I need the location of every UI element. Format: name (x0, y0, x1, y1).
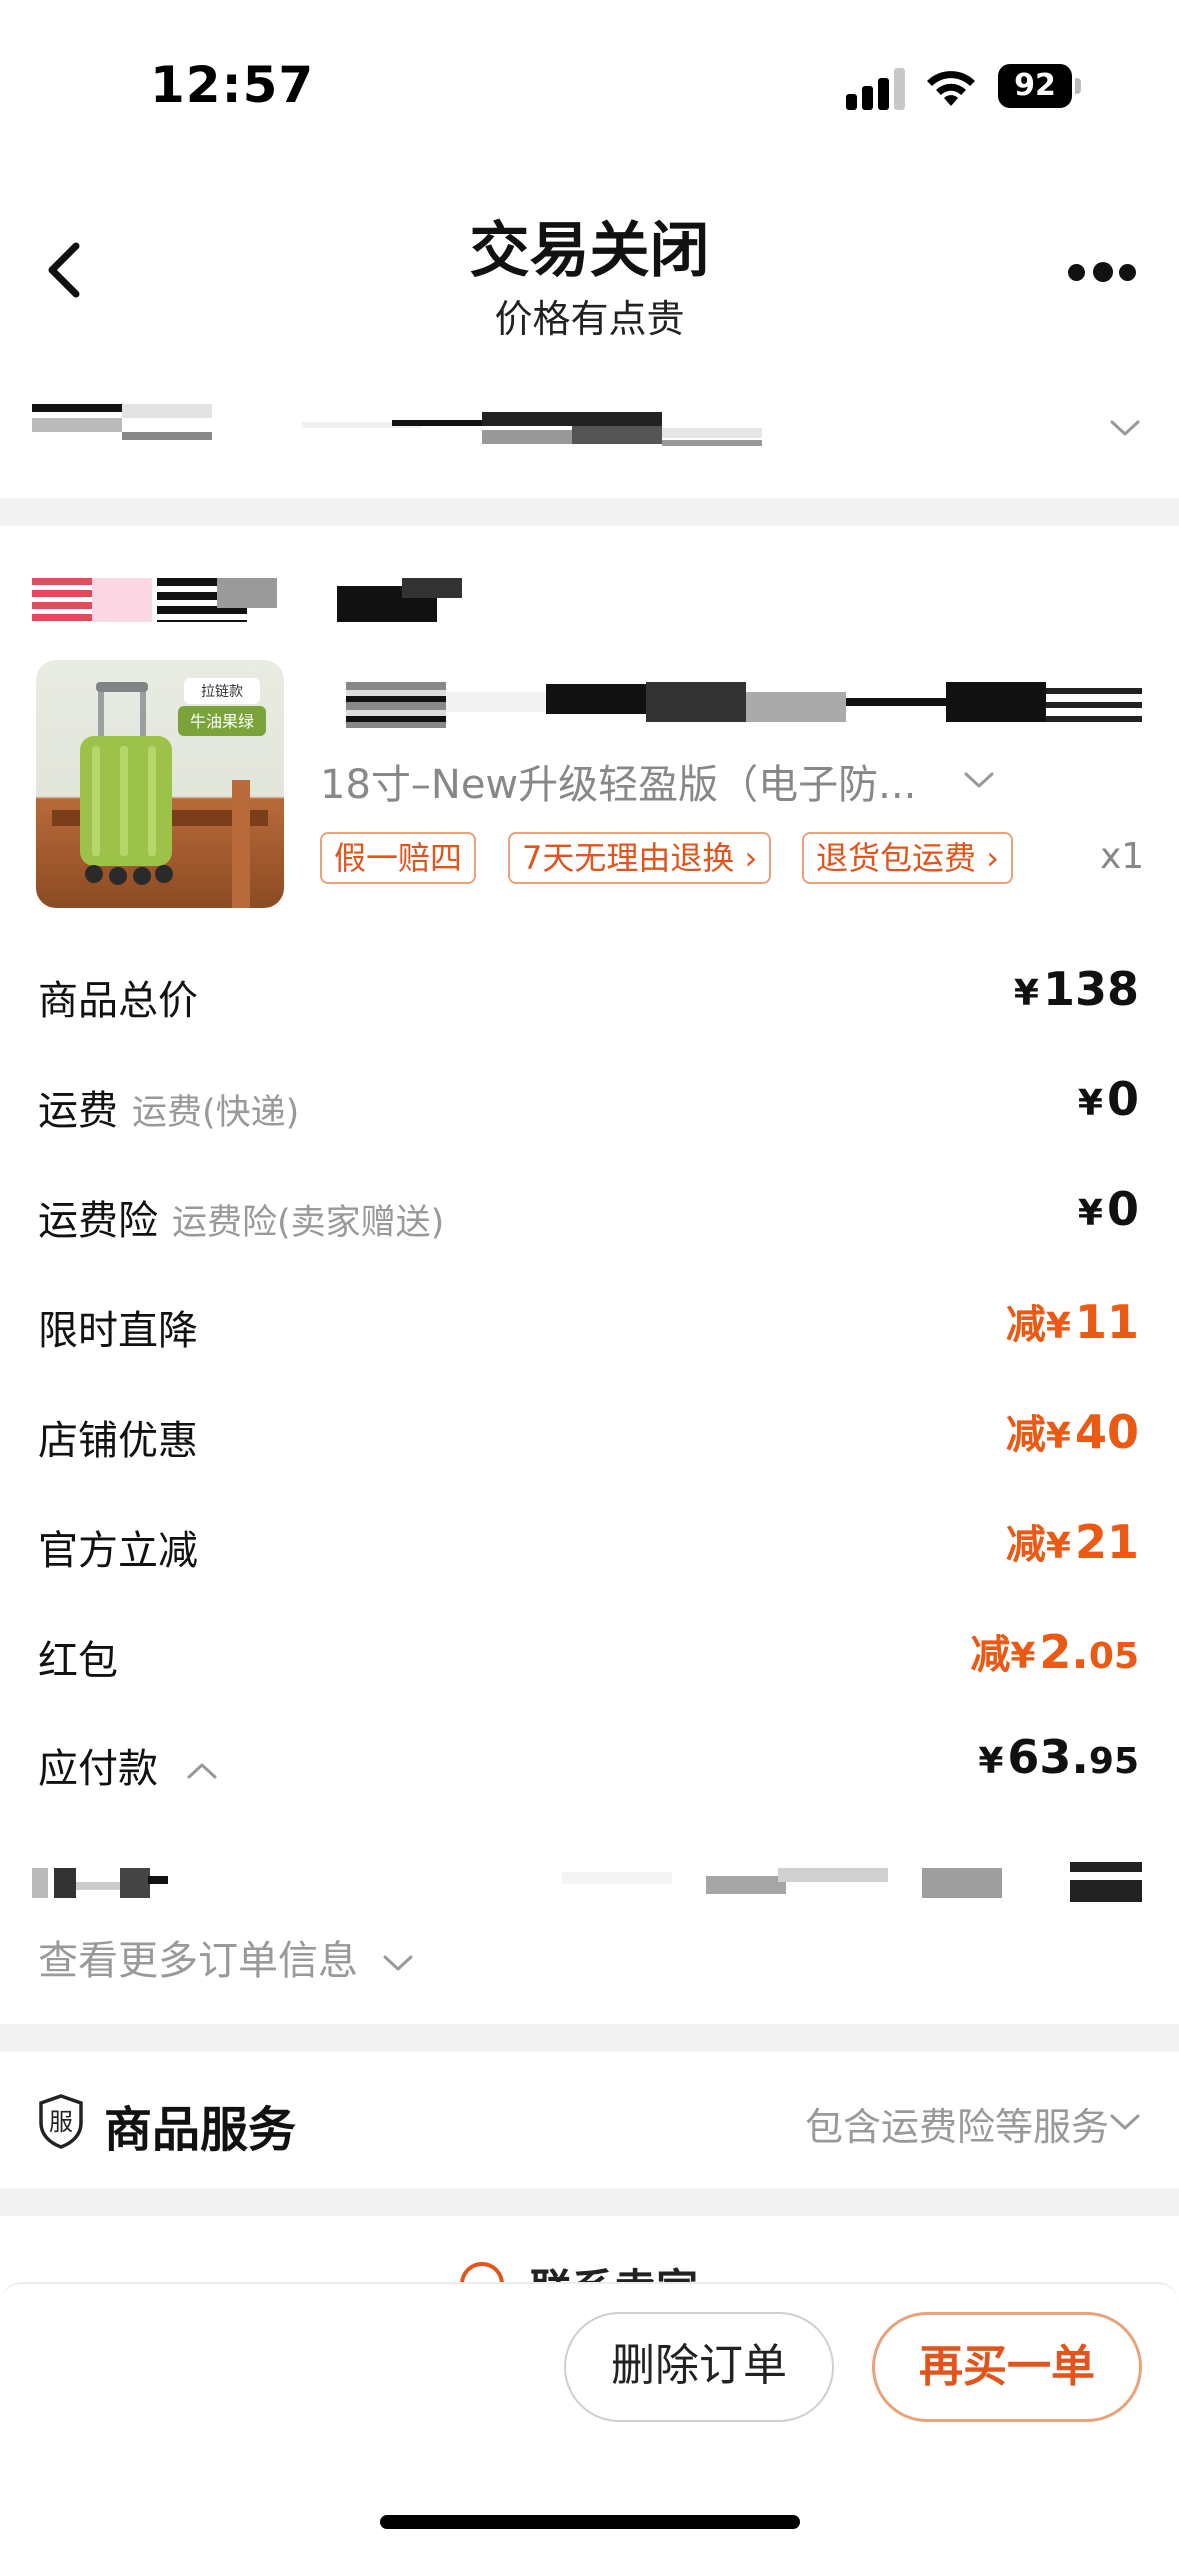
price-row-amount: ¥0 (1078, 1182, 1139, 1236)
price-row: 运费险 运费险(卖家赠送) ¥0 (0, 1178, 1179, 1258)
amount-decimal: 05 (1088, 1636, 1139, 1677)
price-row-sublabel: 运费险(卖家赠送) (172, 1203, 445, 1243)
section-separator (0, 2188, 1179, 2216)
price-row: 商品总价 ¥138 (0, 958, 1179, 1038)
product-quantity: x1 (1100, 836, 1145, 877)
currency-symbol: ¥ (1010, 1636, 1036, 1677)
chevron-up-icon[interactable] (185, 1759, 219, 1783)
tag-label: 假一赔四 (334, 839, 463, 877)
amount-value: 0 (1106, 1182, 1139, 1236)
chevron-right-icon: › (734, 839, 758, 877)
service-chevron-icon (1110, 2114, 1140, 2130)
price-row: 官方立减 减¥21 (0, 1508, 1179, 1588)
redacted-address (32, 400, 762, 450)
tag-label: 7天无理由退换 (522, 839, 735, 877)
tag-return-shipping[interactable]: 退货包运费 › (802, 832, 1013, 884)
wifi-icon (927, 71, 975, 106)
price-row-amount: 减¥11 (1006, 1292, 1139, 1350)
price-row-label: 红包 (38, 1638, 118, 1684)
currency-symbol: ¥ (1077, 1193, 1103, 1234)
cellular-signal-icon (846, 66, 908, 110)
delete-order-button[interactable]: 删除订单 (564, 2312, 834, 2422)
price-row-label: 商品总价 (38, 978, 198, 1024)
payable-row: 应付款 ¥63.95 (0, 1726, 1179, 1806)
currency-symbol: ¥ (1077, 1083, 1103, 1124)
price-row-amount: 减¥21 (1006, 1512, 1139, 1570)
amount-value: 0 (1106, 1072, 1139, 1126)
currency-symbol: ¥ (1045, 1526, 1071, 1567)
redacted-order-number (32, 1862, 1142, 1906)
amount-value: 40 (1074, 1405, 1139, 1459)
tag-label: 退货包运费 (816, 839, 977, 877)
suitcase-image: 拉链款 牛油果绿 (52, 678, 268, 908)
expand-address-chevron-icon[interactable] (1108, 416, 1142, 440)
amount-value: 138 (1042, 962, 1139, 1016)
tag-7-day-return[interactable]: 7天无理由退换 › (508, 832, 772, 884)
price-row-label: 官方立减 (38, 1528, 198, 1574)
service-icon-text: 服 (49, 2108, 73, 2136)
price-row: 限时直降 减¥11 (0, 1288, 1179, 1368)
payable-amount: ¥63.95 (978, 1730, 1139, 1784)
redacted-product-title[interactable] (346, 682, 1142, 728)
service-shield-icon: 服 (39, 2094, 83, 2149)
currency-symbol: ¥ (1045, 1416, 1071, 1457)
price-row: 店铺优惠 减¥40 (0, 1398, 1179, 1478)
discount-prefix: 减 (970, 1632, 1011, 1678)
tag-fake-compensation: 假一赔四 (320, 832, 477, 884)
status-bar: 12:57 92 (0, 0, 1179, 160)
section-separator (0, 498, 1179, 526)
chevron-right-icon: › (976, 839, 999, 877)
product-variant[interactable]: 18寸–New升级轻盈版（电子防... (320, 752, 916, 810)
price-row-amount: ¥0 (1078, 1072, 1139, 1126)
section-separator (0, 2024, 1179, 2052)
price-row-amount: 减¥2.05 (970, 1622, 1139, 1680)
currency-symbol: ¥ (1045, 1306, 1071, 1347)
price-row: 红包 减¥2.05 (0, 1618, 1179, 1698)
variant-chevron-icon[interactable] (962, 768, 996, 792)
battery-tip (1075, 78, 1081, 94)
buy-again-button[interactable]: 再买一单 (872, 2312, 1142, 2422)
price-row-label: 店铺优惠 (38, 1418, 198, 1464)
thumb-badge-bottom: 牛油果绿 (190, 712, 254, 731)
discount-prefix: 减 (1005, 1412, 1046, 1458)
service-title: 商品服务 (104, 2102, 297, 2158)
payable-label: 应付款 (38, 1746, 158, 1792)
price-row-label: 运费险 (38, 1198, 158, 1244)
price-row-amount: ¥138 (1014, 962, 1139, 1016)
more-options-icon[interactable] (1066, 254, 1138, 290)
battery-icon: 92 (998, 64, 1072, 108)
amount-value: 21 (1074, 1515, 1139, 1569)
amount-value: 11 (1074, 1295, 1139, 1349)
service-description: 包含运费险等服务 (804, 2105, 1109, 2149)
home-indicator (380, 2515, 800, 2529)
discount-prefix: 减 (1005, 1522, 1046, 1568)
status-time: 12:57 (150, 56, 315, 114)
price-row-label: 限时直降 (38, 1308, 198, 1354)
page-title: 交易关闭 (469, 216, 710, 286)
order-detail-screen: 12:57 92 交易关闭 价格有点贵 拉链款 牛油果绿 18寸–New升级轻盈… (0, 0, 1179, 2556)
product-thumbnail[interactable]: 拉链款 牛油果绿 (36, 660, 284, 908)
redacted-shop-name[interactable] (32, 578, 462, 622)
thumb-badge-top: 拉链款 (201, 684, 243, 700)
price-row-amount: 减¥40 (1006, 1402, 1139, 1460)
more-order-info-link[interactable]: 查看更多订单信息 (38, 1928, 415, 1986)
currency-symbol: ¥ (1013, 973, 1039, 1014)
price-row-sublabel: 运费(快递) (132, 1093, 300, 1133)
amount-value: 2. (1039, 1625, 1089, 1679)
close-reason: 价格有点贵 (494, 297, 685, 341)
price-row-label: 运费 (38, 1088, 118, 1134)
price-row: 运费 运费(快递) ¥0 (0, 1068, 1179, 1148)
chevron-down-icon (383, 1955, 413, 1971)
discount-prefix: 减 (1005, 1302, 1046, 1348)
